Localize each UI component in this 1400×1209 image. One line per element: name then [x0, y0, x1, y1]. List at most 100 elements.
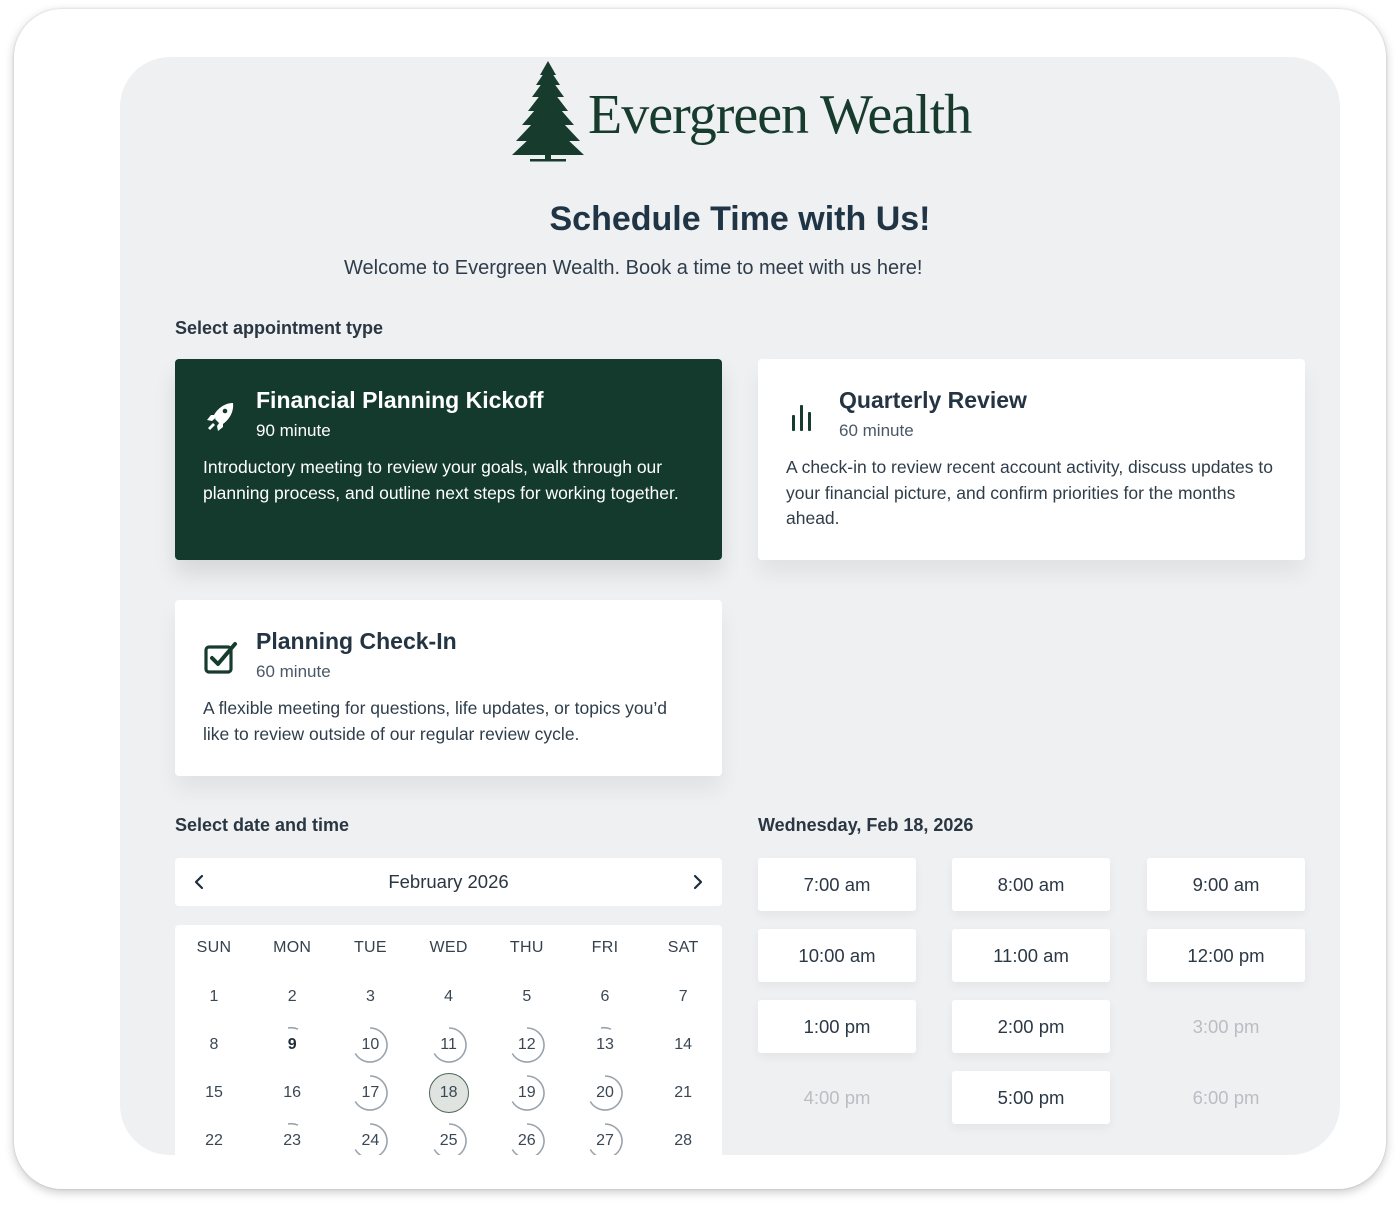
calendar-day-label: 6 [600, 988, 610, 1005]
calendar-day[interactable]: 13 [585, 1025, 625, 1065]
calendar-day[interactable]: 8 [194, 1025, 234, 1065]
appointment-title: Planning Check-In [256, 628, 457, 654]
appointment-duration: 60 minute [839, 421, 914, 440]
appointment-title: Financial Planning Kickoff [256, 387, 544, 413]
calendar-day[interactable]: 23 [272, 1121, 312, 1155]
calendar-day-label: 9 [287, 1036, 297, 1053]
calendar-day-label: 24 [361, 1132, 380, 1149]
calendar-day[interactable]: 9 [272, 1025, 312, 1065]
calendar-day-label: 16 [283, 1084, 302, 1101]
time-slot-button: 6:00 pm [1192, 1087, 1260, 1108]
calendar-day[interactable]: 18 [428, 1073, 469, 1113]
calendar-day[interactable]: 17 [350, 1073, 390, 1113]
pine-tree-icon [512, 61, 584, 162]
calendar-day-label: 8 [209, 1036, 219, 1053]
page-subtitle: Welcome to Evergreen Wealth. Book a time… [344, 257, 923, 279]
time-slot-button: 4:00 pm [803, 1087, 871, 1108]
calendar-day-label: 25 [439, 1132, 458, 1149]
date-time-label: Select date and time [175, 815, 350, 835]
time-slot-button[interactable]: 7:00 am [758, 858, 916, 911]
calendar-day[interactable]: 20 [585, 1073, 625, 1113]
checkbox-icon [204, 642, 237, 674]
scheduler-panel: Evergreen Wealth Schedule Time with Us! … [120, 57, 1340, 1155]
calendar-day-label: 27 [596, 1132, 614, 1149]
calendar-day-label: 5 [522, 988, 532, 1005]
appointment-card-quarterly-review[interactable]: Quarterly Review 60 minute A check-in to… [758, 359, 1305, 560]
time-slot-button[interactable]: 8:00 am [952, 858, 1110, 911]
calendar-day[interactable]: 15 [194, 1073, 234, 1113]
calendar-day-label: 22 [205, 1132, 223, 1149]
calendar-day-label: 13 [596, 1036, 614, 1053]
brand-name: Evergreen Wealth [588, 84, 972, 146]
appointment-description: A check-in to review recent account acti… [786, 457, 1273, 528]
weekday-header: WED [429, 939, 468, 956]
appointment-description: Introductory meeting to review your goal… [203, 457, 679, 503]
time-slot-button[interactable]: 9:00 am [1147, 858, 1305, 911]
page-title: Schedule Time with Us! [549, 200, 931, 238]
time-slot-button[interactable]: 11:00 am [952, 929, 1110, 982]
calendar-day[interactable]: 5 [507, 977, 547, 1017]
calendar-day-label: 21 [674, 1084, 693, 1101]
appointment-card-financial-planning-kickoff[interactable]: Financial Planning Kickoff 90 minute Int… [175, 359, 722, 560]
calendar-day[interactable]: 14 [663, 1025, 703, 1065]
calendar-day[interactable]: 16 [272, 1073, 312, 1113]
calendar-day-label: 18 [439, 1084, 458, 1101]
calendar-day-label: 10 [361, 1036, 380, 1053]
weekday-header: TUE [353, 939, 387, 956]
calendar-day[interactable]: 11 [429, 1025, 469, 1065]
bar-chart-icon [792, 405, 811, 431]
calendar-day-label: 28 [674, 1132, 693, 1149]
time-slot-button[interactable]: 2:00 pm [952, 1000, 1110, 1053]
time-slot-button[interactable]: 1:00 pm [758, 1000, 916, 1053]
selected-date-label: Wednesday, Feb 18, 2026 [758, 815, 974, 835]
calendar-day[interactable]: 19 [507, 1073, 547, 1113]
calendar-day[interactable]: 27 [585, 1121, 625, 1155]
calendar-day-label: 26 [517, 1132, 536, 1149]
calendar-day[interactable]: 26 [507, 1121, 547, 1155]
calendar-day[interactable]: 3 [350, 977, 390, 1017]
calendar-day-label: 17 [361, 1084, 380, 1101]
calendar-day[interactable]: 2 [272, 977, 312, 1017]
appointment-duration: 90 minute [256, 421, 331, 440]
calendar-day-label: 11 [440, 1036, 457, 1053]
calendar-day-label: 12 [517, 1036, 536, 1053]
calendar-day[interactable]: 4 [429, 977, 469, 1017]
calendar-day-label: 19 [517, 1084, 536, 1101]
calendar-day-label: 4 [444, 988, 454, 1005]
calendar-day[interactable]: 6 [585, 977, 625, 1017]
calendar-day-label: 23 [283, 1132, 302, 1149]
calendar-day-label: 20 [596, 1084, 614, 1101]
calendar-day[interactable]: 10 [350, 1025, 390, 1065]
calendar-day[interactable]: 22 [194, 1121, 234, 1155]
appointment-duration: 60 minute [256, 662, 331, 681]
calendar-day-label: 3 [365, 988, 375, 1005]
calendar-day[interactable]: 1 [194, 977, 234, 1017]
calendar-day-label: 15 [205, 1084, 223, 1101]
appointment-description: A flexible meeting for questions, life u… [203, 698, 668, 744]
calendar-grid: SUN MON TUE WED THU FRI SAT 1 2 3 4 5 6 7 8 9 10 11 12 13 14… [175, 925, 722, 1155]
month-navigator: February 2026 [175, 858, 722, 906]
month-label: February 2026 [388, 871, 509, 892]
time-slot-button[interactable]: 12:00 pm [1147, 929, 1305, 982]
calendar-day-label: 7 [678, 988, 688, 1005]
time-slot-button[interactable]: 10:00 am [758, 929, 916, 982]
calendar-day[interactable]: 28 [663, 1121, 703, 1155]
appointment-title: Quarterly Review [839, 387, 1027, 413]
calendar-day[interactable]: 25 [429, 1121, 469, 1155]
calendar-day-label: 1 [209, 988, 219, 1005]
calendar-day[interactable]: 21 [663, 1073, 703, 1113]
weekday-header: SAT [667, 939, 699, 956]
time-slot-button: 3:00 pm [1192, 1016, 1260, 1037]
weekday-header: FRI [591, 939, 619, 956]
chevron-right-icon[interactable] [682, 866, 714, 898]
appointment-card-planning-check-in[interactable]: Planning Check-In 60 minute A flexible m… [175, 600, 722, 776]
calendar-day[interactable]: 12 [507, 1025, 547, 1065]
time-slot-button[interactable]: 5:00 pm [952, 1071, 1110, 1124]
rocket-icon [207, 403, 234, 431]
weekday-header: MON [273, 939, 312, 956]
window-frame: Evergreen Wealth Schedule Time with Us! … [14, 9, 1386, 1189]
calendar-day[interactable]: 7 [663, 977, 703, 1017]
appointment-type-label: Select appointment type [175, 318, 384, 338]
calendar-day-label: 14 [674, 1036, 693, 1053]
calendar-day[interactable]: 24 [350, 1121, 390, 1155]
